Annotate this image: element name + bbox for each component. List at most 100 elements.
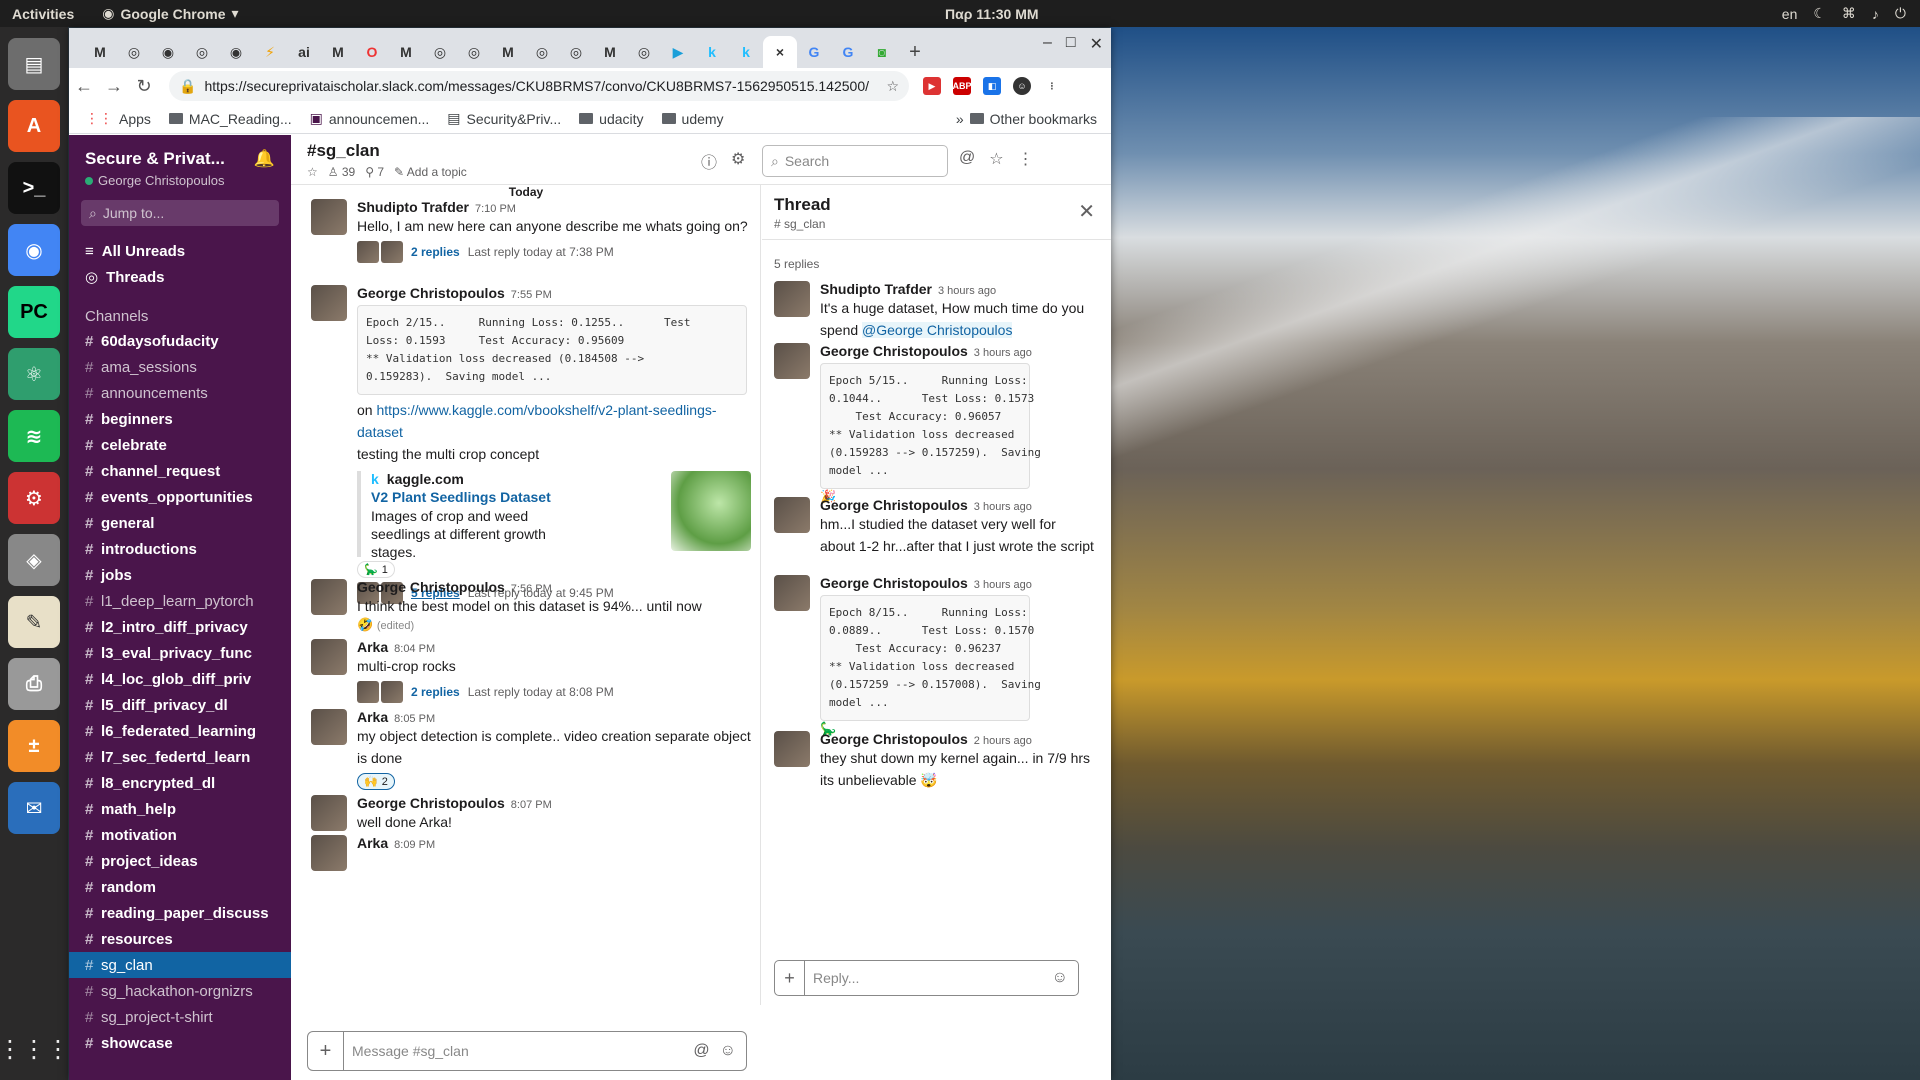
printer-icon[interactable]: ⎙ [8, 658, 60, 710]
jump-to-button[interactable]: ⌕ Jump to... [81, 200, 279, 226]
address-bar[interactable]: 🔒 https://secureprivataischolar.slack.co… [169, 71, 909, 101]
other-bookmarks[interactable]: » Other bookmarks [956, 111, 1097, 127]
browser-tab[interactable]: M [83, 36, 117, 68]
sender-name[interactable]: George Christopoulos [820, 731, 968, 747]
bookmark-folder[interactable]: MAC_Reading... [168, 111, 292, 127]
adblock-icon[interactable]: ABP [953, 77, 972, 95]
spotify-icon[interactable]: ≋ [8, 410, 60, 462]
timestamp[interactable]: 8:05 PM [394, 713, 435, 725]
bookmark-link[interactable]: ▣ announcemen... [310, 110, 430, 127]
members-count[interactable]: ♙ 39 [328, 165, 355, 179]
browser-tab[interactable]: G [831, 36, 865, 68]
terminal-icon[interactable]: >_ [8, 162, 60, 214]
sidebar-channel[interactable]: # beginners [69, 406, 291, 432]
text-editor-icon[interactable]: ✎ [8, 596, 60, 648]
browser-tab[interactable]: ◎ [423, 36, 457, 68]
all-unreads-item[interactable]: ≡ All Unreads [69, 238, 291, 264]
browser-tab[interactable]: ◎ [525, 36, 559, 68]
sidebar-channel[interactable]: # introductions [69, 536, 291, 562]
timestamp[interactable]: 7:56 PM [511, 583, 552, 595]
bookmark-star-icon[interactable]: ☆ [886, 78, 899, 95]
info-icon[interactable]: ⓘ [701, 149, 717, 173]
browser-tab[interactable]: ◉ [219, 36, 253, 68]
thread-reply-input[interactable]: + Reply... ☺ [774, 960, 1079, 996]
timestamp[interactable]: 3 hours ago [938, 285, 996, 297]
sidebar-channel[interactable]: # resources [69, 926, 291, 952]
composer-placeholder[interactable]: Message #sg_clan [352, 1043, 469, 1059]
bookmark-link[interactable]: ▤ Security&Priv... [447, 110, 561, 127]
browser-tab[interactable]: ai [287, 36, 321, 68]
sidebar-channel[interactable]: # reading_paper_discuss [69, 900, 291, 926]
avatar[interactable] [774, 575, 810, 611]
thread-message[interactable]: George Christopoulos 3 hours ago Epoch 8/… [774, 575, 1094, 737]
thread-replies[interactable]: 2 replies Last reply today at 7:38 PM [357, 241, 751, 263]
message-composer[interactable]: + Message #sg_clan @ ☺ [307, 1031, 747, 1071]
disk-tool-icon[interactable]: ◈ [8, 534, 60, 586]
browser-tab[interactable]: M [321, 36, 355, 68]
mentions-icon[interactable]: @ [959, 149, 975, 169]
pycharm-icon[interactable]: PC [8, 286, 60, 338]
sidebar-channel[interactable]: # l2_intro_diff_privacy [69, 614, 291, 640]
sidebar-channel[interactable]: # channel_request [69, 458, 291, 484]
user-mention[interactable]: @George Christopoulos [862, 322, 1013, 338]
sender-name[interactable]: George Christopoulos [820, 575, 968, 591]
browser-tab[interactable]: ◎ [185, 36, 219, 68]
sender-name[interactable]: George Christopoulos [357, 795, 505, 811]
forward-icon[interactable]: → [99, 76, 129, 97]
sidebar-channel[interactable]: # jobs [69, 562, 291, 588]
browser-tab[interactable]: ◎ [627, 36, 661, 68]
thread-replies[interactable]: 2 replies Last reply today at 8:08 PM [357, 681, 751, 703]
volume-icon[interactable]: ♪ [1872, 6, 1879, 22]
timestamp[interactable]: 3 hours ago [974, 347, 1032, 359]
browser-tab[interactable]: ◎ [559, 36, 593, 68]
add-attachment-icon[interactable]: + [308, 1032, 344, 1070]
avatar[interactable] [311, 199, 347, 235]
avatar[interactable] [774, 731, 810, 767]
night-light-icon[interactable]: ☾ [1813, 5, 1826, 22]
app-menu[interactable]: ◉ Google Chrome ▾ [102, 5, 238, 22]
sidebar-channel[interactable]: # motivation [69, 822, 291, 848]
workspace-header[interactable]: Secure & Privat... 🔔 George Christopoulos [69, 135, 291, 188]
browser-tab[interactable]: ▶ [661, 36, 695, 68]
avatar[interactable] [311, 835, 347, 871]
timestamp[interactable]: 8:07 PM [511, 799, 552, 811]
message[interactable]: George Christopoulos 7:56 PM I think the … [311, 579, 751, 633]
clock[interactable]: Παρ 11:30 ΜΜ [945, 6, 1039, 22]
timestamp[interactable]: 2 hours ago [974, 735, 1032, 747]
add-attachment-icon[interactable]: + [775, 961, 805, 995]
search-input[interactable]: ⌕ Search [762, 145, 948, 177]
browser-tab[interactable]: ◎ [117, 36, 151, 68]
close-window-icon[interactable]: ✕ [1090, 34, 1103, 54]
avatar[interactable] [311, 639, 347, 675]
avatar[interactable] [311, 709, 347, 745]
active-tab-close-button[interactable]: × [763, 36, 797, 68]
browser-tab[interactable]: k [729, 36, 763, 68]
sidebar-channel[interactable]: # events_opportunities [69, 484, 291, 510]
channels-header[interactable]: Channels [69, 304, 291, 328]
reply-count[interactable]: 2 replies [411, 245, 460, 259]
sidebar-channel[interactable]: # l8_encrypted_dl [69, 770, 291, 796]
sidebar-channel[interactable]: # math_help [69, 796, 291, 822]
sidebar-channel[interactable]: # l5_diff_privacy_dl [69, 692, 291, 718]
thread-message[interactable]: George Christopoulos 3 hours ago hm...I s… [774, 497, 1094, 557]
maximize-icon[interactable]: □ [1066, 34, 1076, 54]
browser-tab[interactable]: M [593, 36, 627, 68]
channel-title[interactable]: #sg_clan [307, 141, 380, 161]
starred-icon[interactable]: ☆ [989, 149, 1003, 169]
sender-name[interactable]: Shudipto Trafder [820, 281, 932, 297]
activities-button[interactable]: Activities [12, 6, 74, 22]
bookmark-apps[interactable]: ⋮⋮ Apps [85, 110, 151, 127]
avatar[interactable] [774, 281, 810, 317]
bell-icon[interactable]: 🔔 [254, 149, 275, 169]
avatar[interactable] [311, 579, 347, 615]
message[interactable]: Arka 8:04 PM multi-crop rocks 2 replies La… [311, 639, 751, 703]
sidebar-channel[interactable]: # sg_hackathon-orgnizrs [69, 978, 291, 1004]
chrome-menu-icon[interactable]: ⋮ [1043, 77, 1061, 95]
thunderbird-icon[interactable]: ✉ [8, 782, 60, 834]
link-preview[interactable]: k kaggle.com V2 Plant Seedlings Dataset I… [357, 471, 751, 560]
avatar[interactable] [774, 343, 810, 379]
timestamp[interactable]: 8:09 PM [394, 839, 435, 851]
reply-placeholder[interactable]: Reply... [813, 970, 859, 986]
settings-tool-icon[interactable]: ⚙ [8, 472, 60, 524]
close-icon[interactable]: ✕ [1078, 199, 1095, 224]
